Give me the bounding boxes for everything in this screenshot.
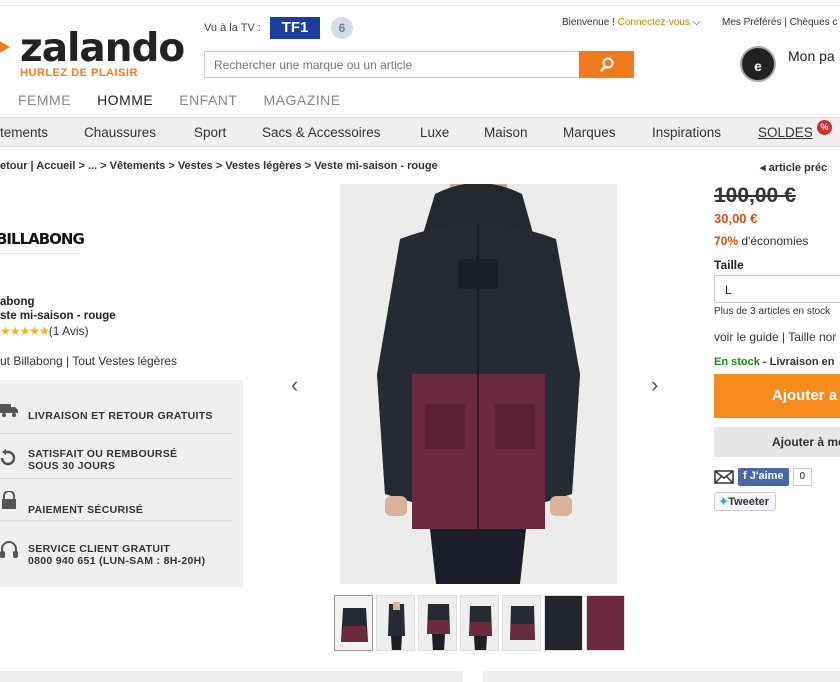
thumbnail[interactable] [544,595,583,651]
delivery-text: - Livraison en [762,356,835,368]
m6-logo[interactable]: 6 [331,17,353,39]
facebook-like-button[interactable]: f J'aime [738,468,789,486]
related-links[interactable]: ut Billabong | Tout Vestes légères [0,354,177,368]
service-row: SERVICE CLIENT GRATUIT 0800 940 651 (LUN… [0,521,232,571]
tab-femme[interactable]: FEMME [18,92,71,108]
discount-percent: 70% [714,234,739,248]
breadcrumb[interactable]: etour | Accueil > ... > Vêtements > Vest… [0,160,438,172]
soldes-badge: % [817,120,832,135]
headset-icon [0,541,18,558]
like-count: 0 [792,468,813,486]
thumbnail[interactable] [418,595,457,651]
logo-tagline: HURLEZ DE PLAISIR [20,67,138,79]
tweet-label: Tweeter [728,496,769,508]
previous-article-link[interactable]: ◂ article préc [760,161,827,174]
product-name: ste mi-saison - rouge [0,310,116,322]
search-box[interactable] [204,51,580,78]
stock-note: Plus de 3 articles en stock [714,306,831,317]
page: zalando HURLEZ DE PLAISIR Vu à la TV : T… [0,0,840,682]
chevron-left-icon: ◂ [760,162,769,174]
tab-homme[interactable]: HOMME [97,92,153,108]
bottom-panel [483,671,840,682]
category-sport[interactable]: Sport [194,125,226,140]
brand-logo[interactable]: BILLABONG [0,230,85,248]
cart-link[interactable]: Mon pa [788,48,835,64]
gender-tabs: FEMME HOMME ENFANT MAGAZINE [18,92,341,108]
category-inspirations[interactable]: Inspirations [652,125,721,140]
service-row: LIVRAISON ET RETOUR GRATUITS [0,400,232,434]
favorites-link[interactable]: Mes Préférés | Chèques c [722,17,837,28]
trusted-shops-icon[interactable]: e [740,46,776,82]
availability: En stock - Livraison en [714,356,834,368]
previous-article-label: article préc [768,162,828,174]
star-icons: ★★★★★ [0,324,50,338]
category-bar: tements Chaussures Sport Sacs & Accessoi… [0,117,840,147]
top-links: Bienvenue ! Connectez-vous ⌵ Mes Préféré… [562,17,837,28]
add-to-cart-button[interactable]: Ajouter a [714,374,840,418]
top-strip [0,0,840,6]
twitter-icon: ✦ [719,496,729,508]
discount-text: d'économies [741,234,809,248]
thumbnail[interactable] [502,595,541,651]
service-row: PAIEMENT SÉCURISÉ [0,479,232,521]
email-icon[interactable] [714,470,734,484]
review-count[interactable]: (1 Avis) [49,324,89,338]
category-maison[interactable]: Maison [484,125,528,140]
service-text: SERVICE CLIENT GRATUIT 0800 940 651 (LUN… [28,543,206,567]
divider [0,253,80,254]
category-luxe[interactable]: Luxe [420,125,449,140]
lock-icon [2,491,16,509]
category-vetements[interactable]: tements [0,125,48,140]
image-prev-arrow-icon[interactable]: ‹ [291,372,298,398]
category-sacs[interactable]: Sacs & Accessoires [262,125,381,140]
return-icon [0,449,16,466]
logo-mark-icon [0,38,10,56]
new-price: 30,00 € [714,211,758,226]
tab-enfant[interactable]: ENFANT [179,92,237,108]
bottom-panel [0,671,463,682]
truck-icon [0,404,18,417]
size-label: Taille [714,258,744,272]
thumbnail-strip [334,595,625,651]
tf1-logo[interactable]: TF1 [270,17,320,39]
rating[interactable]: ★★★★★(1 Avis) [0,324,89,338]
tweet-button[interactable]: ✦Tweeter [714,492,776,511]
tab-magazine[interactable]: MAGAZINE [263,92,340,108]
search-input[interactable] [205,52,579,77]
old-price: 100,00 € [714,184,796,207]
like-label: J'aime [749,470,784,482]
discount: 70% d'économies [714,234,808,248]
logo-text: zalando [20,26,185,71]
thumbnail[interactable] [376,595,415,651]
search-button[interactable] [579,51,634,78]
add-to-favorites-button[interactable]: Ajouter à me [714,427,840,457]
tv-label: Vu à la TV : [204,22,261,34]
in-stock-text: En stock [714,356,760,368]
social-bar: f J'aime 0 [714,468,813,486]
bottom-panels [0,671,840,682]
jacket-photo [340,184,617,584]
service-text: SATISFAIT OU REMBOURSÉ SOUS 30 JOURS [28,448,178,472]
search-icon [599,57,613,72]
service-text: LIVRAISON ET RETOUR GRATUITS [28,410,213,422]
thumbnail[interactable] [460,595,499,651]
service-box: LIVRAISON ET RETOUR GRATUITS SATISFAIT O… [0,380,243,587]
service-row: SATISFAIT OU REMBOURSÉ SOUS 30 JOURS [0,434,232,479]
welcome-text: Bienvenue ! [562,17,615,28]
service-text: PAIEMENT SÉCURISÉ [28,504,144,516]
image-next-arrow-icon[interactable]: › [651,372,658,398]
thumbnail[interactable] [586,595,625,651]
facebook-icon: f [743,470,750,482]
connect-link[interactable]: Connectez-vous [618,17,690,28]
category-chaussures[interactable]: Chaussures [84,125,156,140]
chevron-down-icon: ⌵ [692,17,701,28]
size-select[interactable]: L [714,275,840,303]
thumbnail[interactable] [334,595,373,651]
category-soldes[interactable]: SOLDES [758,125,813,140]
product-title: abong ste mi-saison - rouge [0,295,116,323]
brand-name: abong [0,296,35,308]
category-marques[interactable]: Marques [563,125,616,140]
size-guide-link[interactable]: voir le guide | Taille nor [714,330,836,344]
product-image[interactable] [340,184,617,584]
